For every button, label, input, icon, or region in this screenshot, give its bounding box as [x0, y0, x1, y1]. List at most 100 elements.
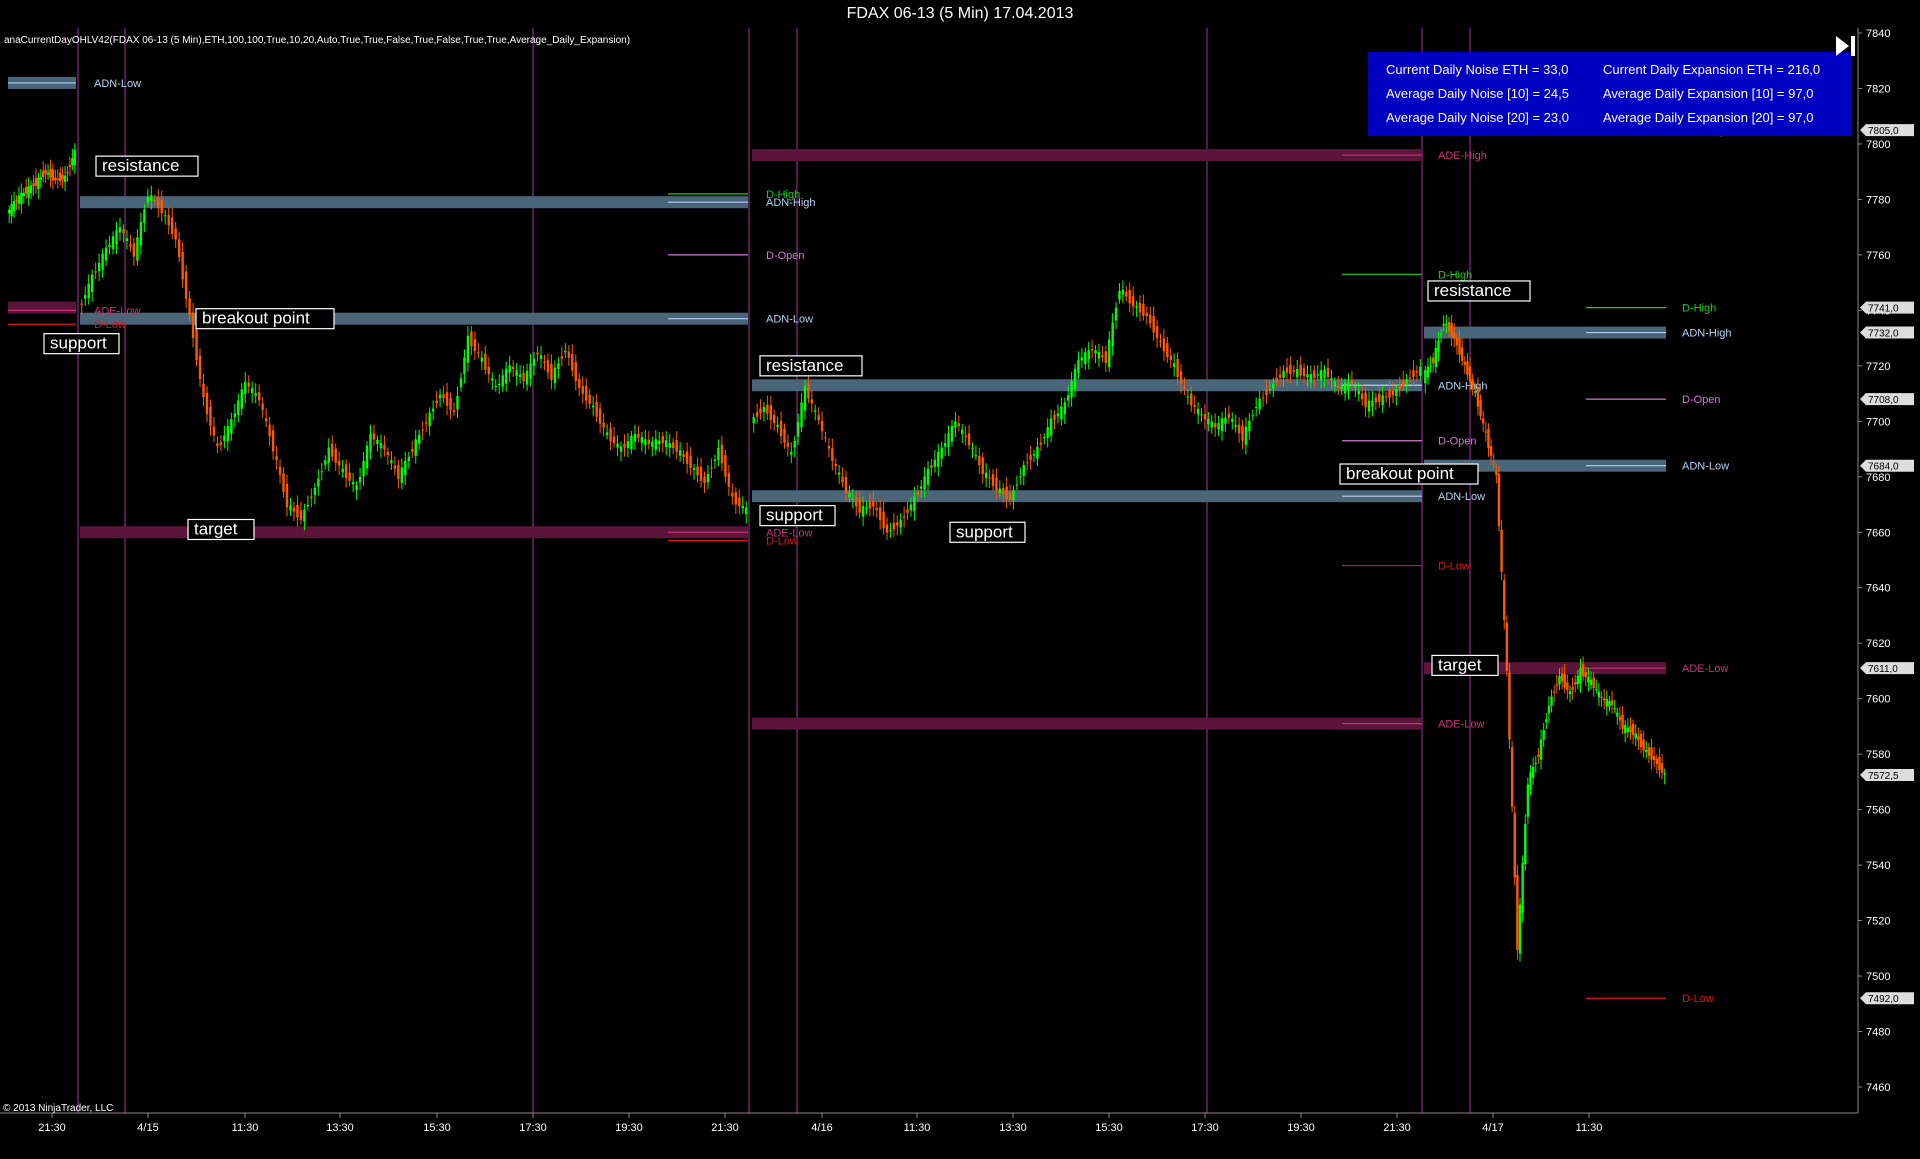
candle-body: [1374, 397, 1378, 403]
candle-body: [1166, 343, 1169, 358]
candle-body: [101, 253, 104, 270]
play-to-end-icon[interactable]: [1834, 34, 1858, 58]
candle-body: [803, 385, 807, 411]
candle-body: [598, 408, 602, 424]
candle-body: [1419, 366, 1422, 376]
annotation-label: target: [1438, 655, 1482, 674]
candle-body: [111, 236, 115, 249]
candle-body: [550, 364, 553, 380]
candle-body: [445, 392, 449, 406]
candle-body: [1104, 351, 1108, 363]
candle-body: [341, 468, 344, 473]
candle-body: [885, 524, 889, 533]
candle-body: [1584, 672, 1587, 678]
candle-body: [1395, 389, 1398, 396]
level-label: ADN-Low: [1682, 461, 1729, 473]
candle-body: [532, 358, 536, 366]
candle-body: [1090, 349, 1094, 351]
candle-body: [916, 492, 919, 495]
candle-body: [223, 435, 226, 442]
level-label: D-High: [1682, 303, 1716, 315]
candle-body: [1268, 388, 1272, 390]
candle-body: [237, 400, 240, 416]
candle-body: [170, 217, 174, 235]
candle-body: [511, 366, 515, 370]
candle-body: [1589, 679, 1593, 686]
candle-body: [844, 477, 848, 494]
candle-body: [118, 227, 122, 233]
candle-body: [501, 375, 504, 387]
candle-body: [947, 433, 950, 448]
candle-body: [122, 229, 125, 234]
candle-body: [875, 508, 878, 511]
candle-body: [282, 473, 285, 493]
candle-body: [15, 200, 18, 202]
y-tick-label: 7600: [1866, 694, 1890, 706]
candle-body: [1155, 326, 1159, 339]
candle-body: [125, 238, 129, 241]
candle-body: [675, 440, 678, 452]
candle-body: [160, 200, 163, 213]
candle-body: [525, 370, 529, 385]
x-tick-label: 13:30: [326, 1122, 354, 1134]
candle-body: [637, 433, 640, 438]
candle-body: [1012, 490, 1015, 501]
candle-body: [1553, 691, 1556, 693]
candle-body: [595, 401, 598, 417]
candle-body: [1292, 370, 1296, 372]
candle-body: [1060, 406, 1063, 420]
level-label: D-Low: [1438, 561, 1470, 573]
candle-body: [1138, 302, 1142, 313]
current-daily-expansion: Current Daily Expansion ETH = 216,0: [1603, 62, 1821, 77]
candle-body: [1043, 437, 1046, 439]
candle-body: [654, 439, 658, 450]
copyright-text: © 2013 NinjaTrader, LLC: [3, 1103, 113, 1114]
candle-body: [906, 509, 909, 513]
candle-body: [244, 381, 247, 394]
candle-body: [449, 398, 452, 411]
candle-body: [1484, 431, 1488, 433]
candle-body: [1434, 347, 1438, 367]
candle-body: [1391, 390, 1395, 396]
candle-body: [710, 467, 713, 469]
candle-body: [477, 352, 480, 354]
candle-body: [1169, 355, 1172, 360]
candle-body: [515, 370, 518, 376]
candle-body: [1439, 333, 1443, 335]
candle-body: [418, 434, 421, 444]
candle-body: [108, 244, 111, 247]
candle-body: [174, 228, 177, 240]
candle-body: [271, 430, 275, 452]
candle-body: [1142, 303, 1145, 316]
candle-body: [943, 443, 947, 447]
candle-body: [233, 413, 237, 418]
candle-body: [1019, 476, 1022, 478]
candle-body: [1241, 425, 1244, 441]
candle-body: [1610, 700, 1614, 706]
y-tick-label: 7640: [1866, 583, 1890, 595]
candle-body: [1313, 370, 1316, 379]
candle-body: [961, 429, 964, 434]
price-zone: [80, 312, 748, 325]
candle-body: [494, 386, 497, 388]
candle-body: [184, 271, 188, 299]
price-chart[interactable]: ADN-Low ADE-Low D-Low D-High ADN-High D-Open A…: [0, 0, 1920, 1159]
candle-body: [177, 239, 181, 258]
candle-body: [529, 363, 532, 380]
candle-body: [327, 447, 330, 463]
candle-body: [216, 443, 219, 447]
candle-body: [1053, 414, 1056, 420]
candle-body: [1626, 727, 1630, 733]
y-tick-label: 7680: [1866, 472, 1890, 484]
x-tick-label: 19:30: [615, 1122, 643, 1134]
y-tick-label: 7720: [1866, 361, 1890, 373]
candle-body: [1489, 446, 1493, 456]
candle-body: [1121, 289, 1125, 295]
candle-body: [984, 472, 988, 479]
candle-body: [61, 174, 64, 180]
average-daily-noise-10: Average Daily Noise [10] = 24,5: [1386, 86, 1569, 101]
candle-body: [1412, 370, 1415, 377]
candle-body: [1503, 580, 1506, 620]
candle-body: [741, 505, 744, 509]
candle-body: [692, 468, 696, 470]
